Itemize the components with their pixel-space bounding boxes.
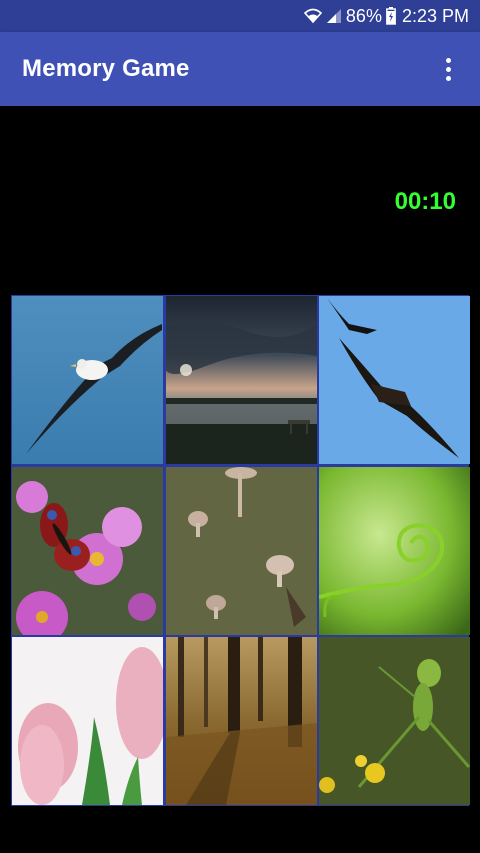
- tulips-image: [12, 637, 163, 805]
- wifi-icon: [303, 7, 322, 25]
- forest-image: [165, 637, 317, 805]
- clock-time: 2:23 PM: [401, 5, 469, 26]
- butterfly-image: [12, 466, 163, 635]
- eagle-image: [319, 296, 470, 464]
- mantis-image: [319, 637, 470, 805]
- app-title: Memory Game: [22, 55, 190, 82]
- card-lake-dusk[interactable]: [165, 296, 317, 464]
- albatross-image: [12, 296, 163, 464]
- app-bar: Memory Game: [0, 32, 480, 106]
- tendril-image: [319, 466, 470, 635]
- lake-dusk-image: [165, 296, 317, 464]
- card-grid: [11, 295, 470, 806]
- mushrooms-image: [165, 466, 317, 635]
- card-tulips[interactable]: [12, 637, 163, 805]
- card-tendril[interactable]: [319, 466, 470, 635]
- overflow-menu-icon[interactable]: [436, 49, 460, 89]
- card-mushrooms[interactable]: [165, 466, 317, 635]
- status-bar: 86% 2:23 PM: [0, 0, 480, 32]
- battery-text: 86%: [345, 5, 382, 26]
- card-forest[interactable]: [165, 637, 317, 805]
- card-eagle[interactable]: [319, 296, 470, 464]
- card-mantis[interactable]: [319, 637, 470, 805]
- battery-icon: [386, 7, 396, 25]
- card-butterfly[interactable]: [12, 466, 163, 635]
- signal-icon: [326, 8, 342, 24]
- game-timer: 00:10: [394, 188, 456, 215]
- card-albatross[interactable]: [12, 296, 163, 464]
